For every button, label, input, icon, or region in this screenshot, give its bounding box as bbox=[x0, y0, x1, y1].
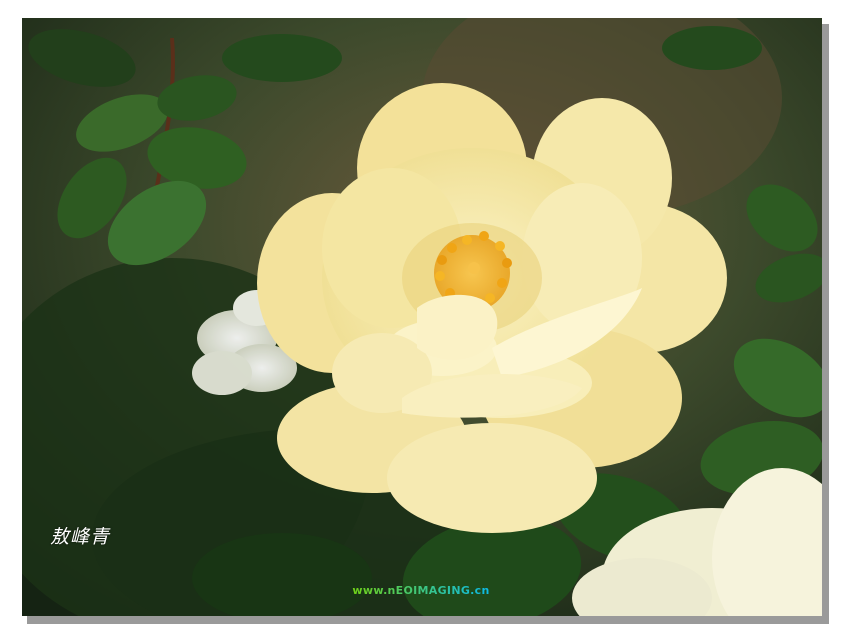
site-watermark: www.nEOIMAGING.cn bbox=[0, 584, 842, 597]
photo bbox=[22, 18, 822, 616]
photographer-signature: 敖峰青 bbox=[50, 526, 111, 548]
rose-illustration bbox=[22, 18, 822, 616]
